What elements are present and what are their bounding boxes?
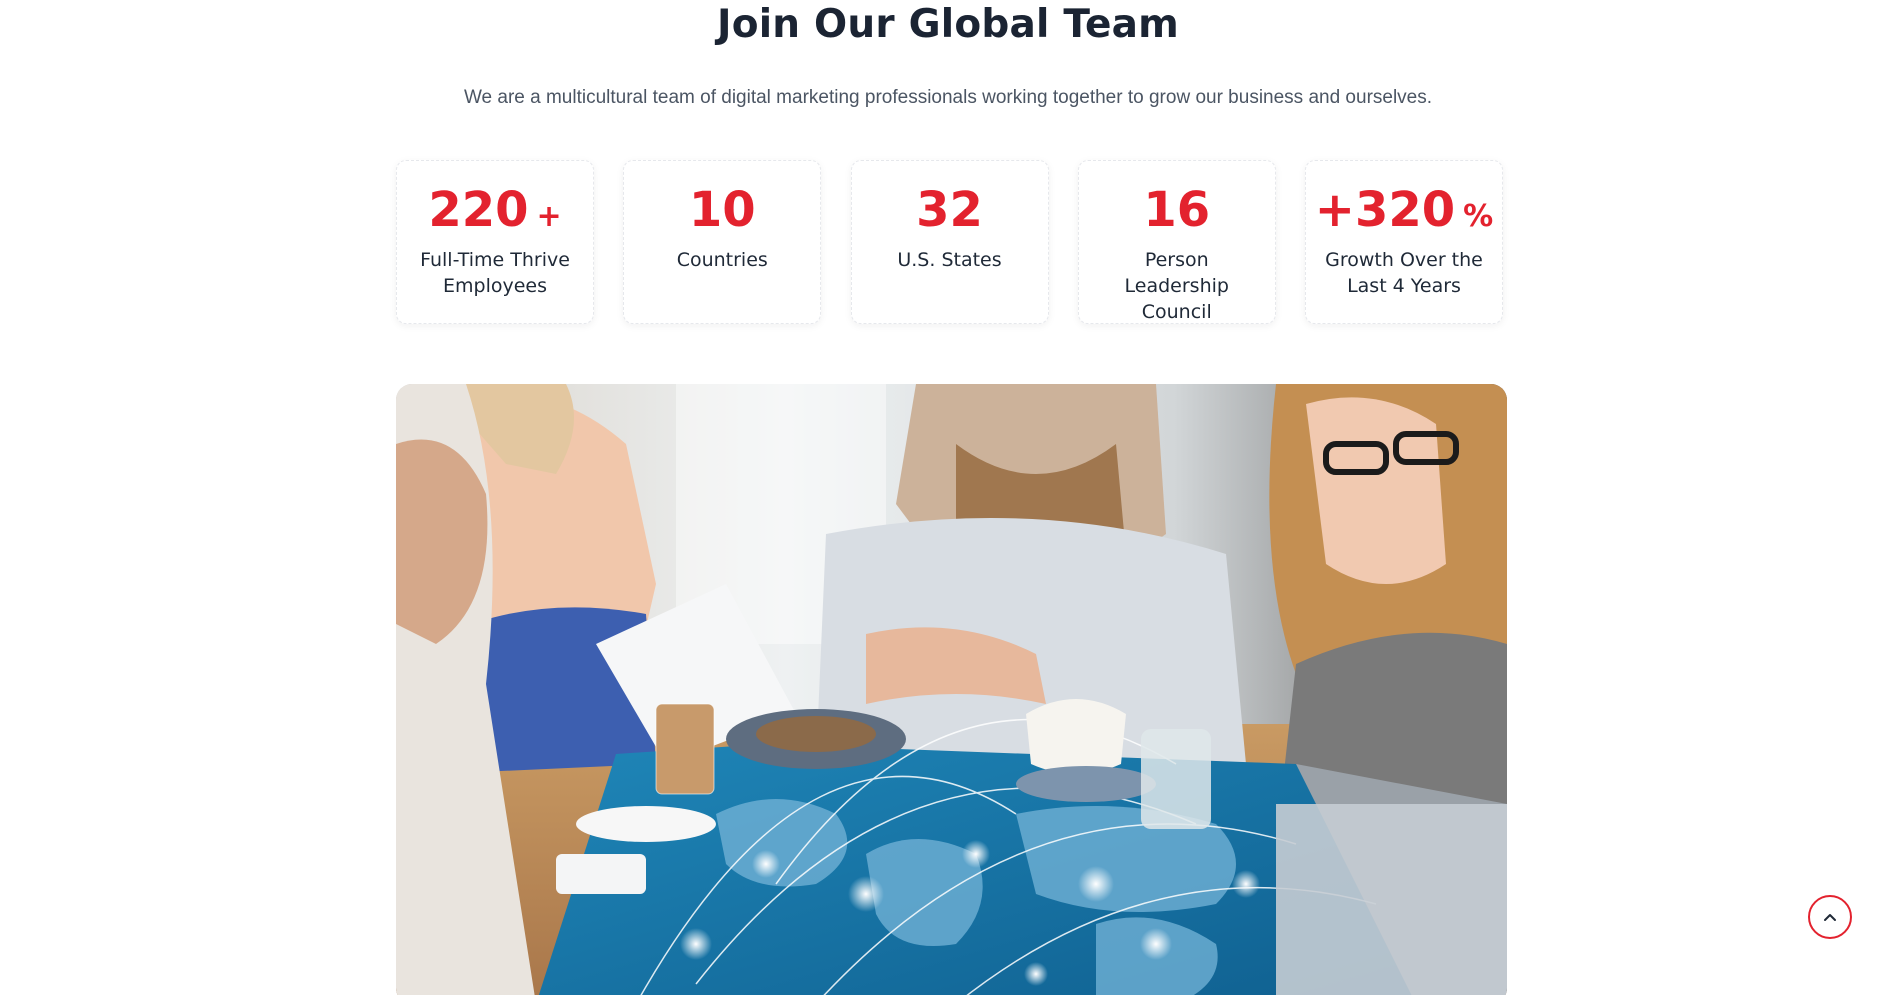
stat-number: 32 bbox=[916, 182, 983, 238]
team-photo-illustration bbox=[396, 384, 1507, 995]
stat-number: 220 bbox=[428, 182, 529, 238]
stat-value: +320% bbox=[1306, 181, 1502, 239]
stats-row: 220 + Full-Time Thrive Employees 10 Count… bbox=[396, 160, 1503, 326]
stat-card-leadership: 16 Person Leadership Council bbox=[1077, 160, 1276, 324]
team-photo bbox=[396, 384, 1507, 995]
stat-value: 10 bbox=[624, 181, 820, 239]
stat-suffix: % bbox=[1463, 199, 1494, 234]
stat-card-countries: 10 Countries bbox=[623, 160, 822, 324]
stat-value: 220 + bbox=[397, 181, 593, 239]
stat-number: +320 bbox=[1314, 182, 1456, 238]
stat-label: Growth Over the Last 4 Years bbox=[1325, 249, 1483, 297]
stat-value: 16 bbox=[1079, 181, 1275, 239]
stat-label: Full-Time Thrive Employees bbox=[420, 249, 570, 297]
stat-suffix: + bbox=[536, 199, 562, 234]
stat-label: Countries bbox=[676, 249, 768, 271]
stat-card-states: 32 U.S. States bbox=[850, 160, 1049, 324]
stat-number: 10 bbox=[688, 182, 756, 238]
stat-card-employees: 220 + Full-Time Thrive Employees bbox=[396, 160, 594, 324]
stat-number: 16 bbox=[1143, 182, 1211, 238]
section-intro: We are a multicultural team of digital m… bbox=[463, 87, 1433, 108]
stat-label: U.S. States bbox=[897, 249, 1002, 271]
section-title: Join Our Global Team bbox=[717, 2, 1179, 47]
scroll-to-top-button[interactable] bbox=[1808, 895, 1852, 939]
chevron-up-icon bbox=[1824, 914, 1836, 921]
stat-card-growth: +320% Growth Over the Last 4 Years bbox=[1305, 160, 1503, 324]
stat-label: Person Leadership Council bbox=[1124, 249, 1229, 323]
stat-value: 32 bbox=[852, 181, 1048, 239]
